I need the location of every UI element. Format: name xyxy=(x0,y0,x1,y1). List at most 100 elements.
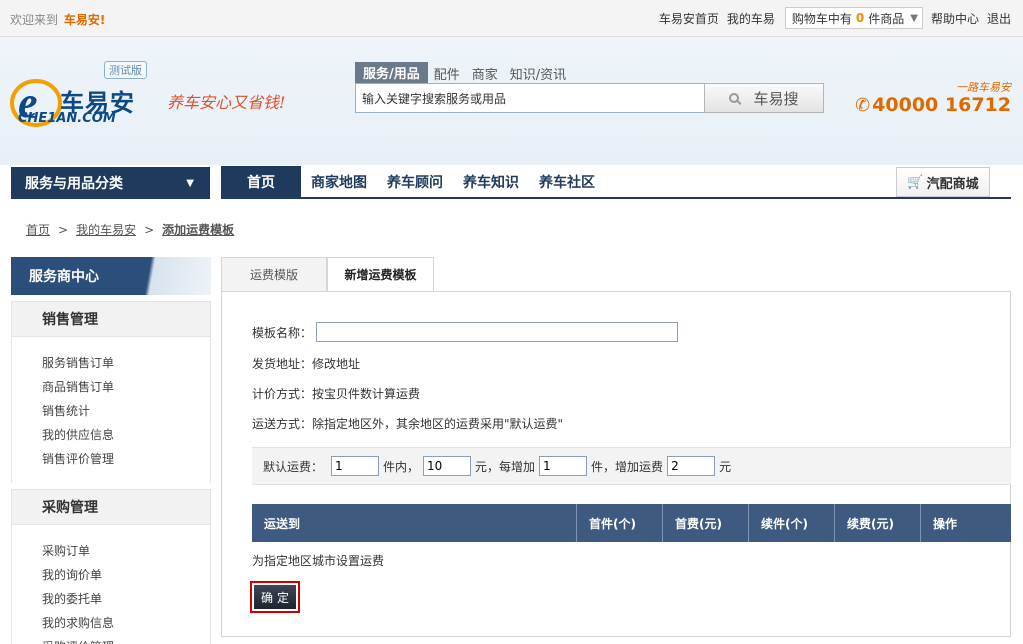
search-button-label: 车易搜 xyxy=(753,89,799,108)
nav-item-community[interactable]: 养车社区 xyxy=(529,166,605,198)
nav-item-merchant-map[interactable]: 商家地图 xyxy=(301,166,377,198)
search-tab-merchants[interactable]: 商家 xyxy=(466,64,504,83)
col-first-fee: 首费(元) xyxy=(662,504,748,542)
logout-link[interactable]: 退出 xyxy=(987,10,1011,27)
add-qty-input[interactable] xyxy=(539,456,588,476)
search-tab-parts[interactable]: 配件 xyxy=(428,64,466,83)
breadcrumb-my-account[interactable]: 我的车易安 xyxy=(76,221,136,238)
triangle-down-icon: ▼ xyxy=(186,178,194,189)
logo-en: CHE1AN.COM xyxy=(18,111,116,126)
site-logo[interactable]: e 测试版 车易安 CHE1AN.COM xyxy=(10,61,160,127)
sidebar-item-supply-info[interactable]: 我的供应信息 xyxy=(42,423,210,447)
sidebar-group-sales: 销售管理 xyxy=(11,301,211,337)
pricing-row: 计价方式： 按宝贝件数计算运费 xyxy=(252,385,420,402)
help-link[interactable]: 帮助中心 xyxy=(931,10,979,27)
sidebar-item-sales-stats[interactable]: 销售统计 xyxy=(42,399,210,423)
slogan: 养车安心又省钱! xyxy=(167,93,286,112)
sidebar-sales-list: 服务销售订单 商品销售订单 销售统计 我的供应信息 销售评价管理 xyxy=(11,337,211,483)
search-tab-services[interactable]: 服务/用品 xyxy=(355,62,428,83)
breadcrumb-sep: > xyxy=(144,222,155,237)
hotline-tagline: 一路车易安 xyxy=(956,81,1011,94)
cart-suffix: 件商品 xyxy=(868,11,905,26)
welcome-label: 欢迎来到 xyxy=(10,13,59,27)
pricing-label: 计价方式： xyxy=(252,387,313,401)
hotline: ✆ 40000 16712 xyxy=(855,94,1011,116)
breadcrumb-sep: > xyxy=(58,222,69,237)
top-bar: 欢迎来到 车易安! 车易安首页 我的车易 购物车中有 0 件商品 ▼ 帮助中心 … xyxy=(0,0,1023,37)
phone-icon: ✆ xyxy=(855,94,871,116)
cart-count: 0 xyxy=(855,11,865,25)
col-add-fee: 续费(元) xyxy=(834,504,920,542)
sidebar-item-product-orders[interactable]: 商品销售订单 xyxy=(42,375,210,399)
default-fee-row: 默认运费： 件内， 元，每增加 件，增加运费 元 xyxy=(252,447,1011,485)
default-fee-label: 默认运费： xyxy=(263,459,324,474)
edit-address-link[interactable]: 修改地址 xyxy=(312,355,360,372)
parts-mall-button[interactable]: 🛒 汽配商城 xyxy=(896,167,990,197)
category-menu[interactable]: 服务与用品分类 ▼ xyxy=(11,167,210,199)
parts-mall-label: 汽配商城 xyxy=(926,176,979,192)
content-tabs: 运费模版 新增运费模板 xyxy=(221,257,1011,292)
delivery-row: 运送方式： 除指定地区外，其余地区的运费采用"默认运费" xyxy=(252,415,563,432)
sidebar-item-inquiries[interactable]: 我的询价单 xyxy=(42,563,210,587)
search-tab-knowledge[interactable]: 知识/资讯 xyxy=(504,64,572,83)
sidebar: 服务商中心 销售管理 服务销售订单 商品销售订单 销售统计 我的供应信息 销售评… xyxy=(11,257,211,644)
first-qty-input[interactable] xyxy=(331,456,380,476)
search-tabs: 服务/用品 配件 商家 知识/资讯 xyxy=(355,62,572,83)
cart-dropdown[interactable]: 购物车中有 0 件商品 ▼ xyxy=(784,7,923,29)
breadcrumb: 首页 > 我的车易安 > 添加运费模板 xyxy=(26,221,234,238)
col-destination: 运送到 xyxy=(264,516,301,531)
beta-badge: 测试版 xyxy=(104,61,147,79)
sidebar-item-commissions[interactable]: 我的委托单 xyxy=(42,587,210,611)
delivery-value: 除指定地区外，其余地区的运费采用"默认运费" xyxy=(312,417,564,431)
my-account-link[interactable]: 我的车易 xyxy=(727,10,775,27)
sidebar-item-purchase-orders[interactable]: 采购订单 xyxy=(42,539,210,563)
pricing-value: 按宝贝件数计算运费 xyxy=(312,387,421,401)
sidebar-item-purchase-reviews[interactable]: 采购评价管理 xyxy=(42,635,210,644)
template-name-label: 模板名称： xyxy=(252,325,313,340)
shopping-cart-icon: 🛒 xyxy=(907,174,924,190)
top-links: 车易安首页 我的车易 购物车中有 0 件商品 ▼ 帮助中心 退出 xyxy=(651,7,1011,29)
nav-item-car-knowledge[interactable]: 养车知识 xyxy=(453,166,529,198)
template-form-panel: 模板名称： 发货地址： 修改地址 计价方式： 按宝贝件数计算运费 运送方式： 除… xyxy=(221,291,1011,637)
rate-table-header: 运送到 首件(个) 首费(元) 续件(个) 续费(元) 操作 xyxy=(252,504,1011,542)
unit-yuan-each-add: 元，每增加 xyxy=(475,459,536,474)
breadcrumb-home[interactable]: 首页 xyxy=(26,221,50,238)
template-name-row: 模板名称： xyxy=(252,322,679,342)
welcome-bang: ! xyxy=(99,13,106,27)
sidebar-group-purchase: 采购管理 xyxy=(11,489,211,525)
col-add-qty: 续件(个) xyxy=(748,504,834,542)
col-first-qty: 首件(个) xyxy=(576,504,662,542)
sidebar-purchase-list: 采购订单 我的询价单 我的委托单 我的求购信息 采购评价管理 xyxy=(11,525,211,644)
nav-item-home[interactable]: 首页 xyxy=(221,166,301,198)
col-action: 操作 xyxy=(920,504,1011,542)
home-link[interactable]: 车易安首页 xyxy=(659,10,719,27)
tab-shipping-templates[interactable]: 运费模版 xyxy=(221,257,327,292)
sidebar-item-sales-reviews[interactable]: 销售评价管理 xyxy=(42,447,210,471)
breadcrumb-current[interactable]: 添加运费模板 xyxy=(162,221,234,238)
sidebar-item-wanted-info[interactable]: 我的求购信息 xyxy=(42,611,210,635)
nav-item-car-advisor[interactable]: 养车顾问 xyxy=(377,166,453,198)
main-nav: 服务与用品分类 ▼ 首页 商家地图 养车顾问 养车知识 养车社区 🛒 汽配商城 xyxy=(0,165,1023,201)
delivery-label: 运送方式： xyxy=(252,417,313,431)
sidebar-item-service-orders[interactable]: 服务销售订单 xyxy=(42,351,210,375)
search-input[interactable] xyxy=(355,83,705,113)
set-city-fee-link[interactable]: 为指定地区城市设置运费 xyxy=(252,552,384,569)
unit-items-add-fee: 件，增加运费 xyxy=(591,459,664,474)
hotline-number: 40000 16712 xyxy=(872,94,1011,116)
ship-from-row: 发货地址： 修改地址 xyxy=(252,355,360,372)
chevron-down-icon: ▼ xyxy=(910,12,918,24)
first-fee-input[interactable] xyxy=(423,456,472,476)
cart-prefix: 购物车中有 xyxy=(791,11,852,26)
search-icon xyxy=(729,93,740,103)
ship-from-label: 发货地址： xyxy=(252,357,313,371)
welcome-brand[interactable]: 车易安 xyxy=(64,13,100,27)
search-button[interactable]: 车易搜 xyxy=(704,83,824,113)
template-name-input[interactable] xyxy=(316,322,679,342)
unit-yuan: 元 xyxy=(719,459,732,474)
category-menu-label: 服务与用品分类 xyxy=(25,176,123,192)
add-fee-input[interactable] xyxy=(667,456,716,476)
confirm-button-label: 确定 xyxy=(254,585,296,609)
confirm-button[interactable]: 确定 xyxy=(250,581,300,613)
welcome-text: 欢迎来到 车易安! xyxy=(10,11,105,28)
tab-new-shipping-template[interactable]: 新增运费模板 xyxy=(327,257,434,292)
